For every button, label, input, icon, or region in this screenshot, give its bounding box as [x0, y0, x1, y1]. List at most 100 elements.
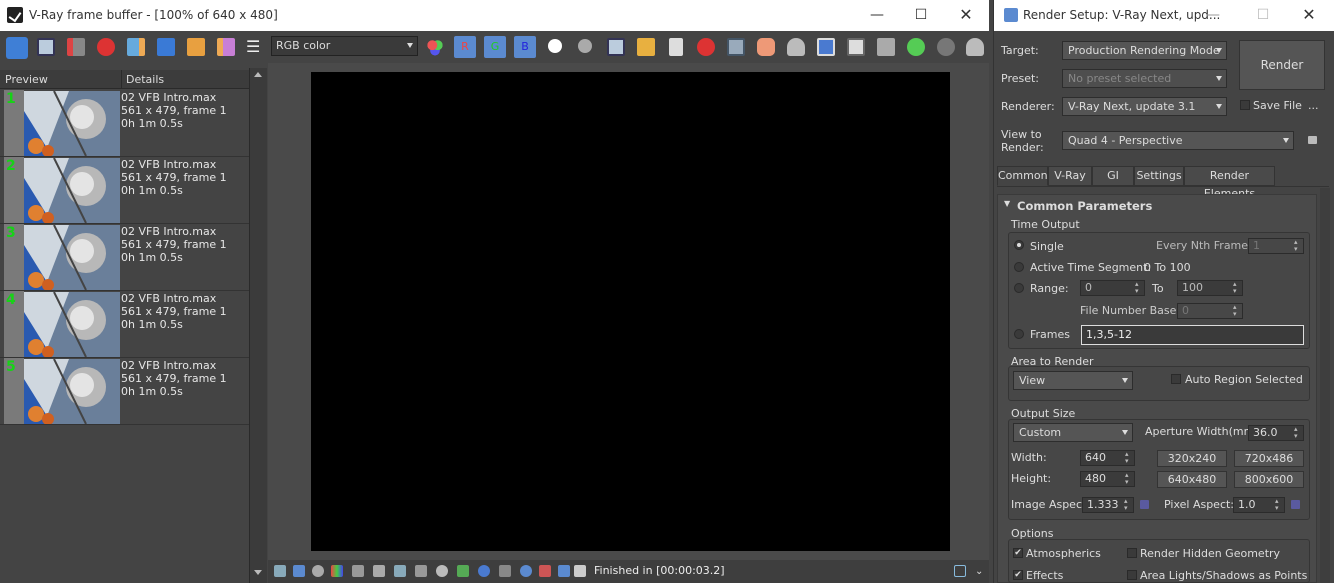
fullscreen-icon[interactable]	[954, 565, 966, 577]
region-render-icon[interactable]	[757, 38, 775, 56]
tab-vray[interactable]: V-Ray	[1048, 166, 1092, 186]
lock-icon[interactable]	[1308, 136, 1317, 144]
size-320x240-button[interactable]: 320x240	[1157, 450, 1227, 467]
white-balance-icon[interactable]	[436, 565, 448, 577]
auto-region-checkbox[interactable]	[1171, 374, 1181, 384]
power-icon[interactable]	[6, 37, 28, 59]
minimize-icon[interactable]: —	[866, 4, 888, 26]
status-icon-2[interactable]	[293, 565, 305, 577]
history-item[interactable]: 4 02 VFB Intro.max 561 x 479, frame 1 0h 1m…	[0, 291, 249, 358]
blue-channel-button[interactable]: B	[514, 36, 536, 58]
clear-image-icon[interactable]	[697, 38, 715, 56]
render-teapot-icon[interactable]	[966, 38, 984, 56]
save-image-icon[interactable]	[607, 38, 625, 56]
interactive-render-icon[interactable]	[907, 38, 925, 56]
info-icon[interactable]	[312, 565, 324, 577]
track-mouse-icon[interactable]	[727, 38, 745, 56]
lut-status-icon[interactable]	[457, 565, 469, 577]
history-item[interactable]: 3 02 VFB Intro.max 561 x 479, frame 1 0h 1m…	[0, 224, 249, 291]
tab-common[interactable]: Common	[997, 166, 1048, 186]
rs-minimize-icon[interactable]: —	[1202, 4, 1224, 26]
pixel-aspect-spinner[interactable]: 1.0	[1233, 497, 1285, 513]
teapot-icon[interactable]	[787, 38, 805, 56]
range-radio[interactable]	[1014, 283, 1024, 293]
history-item[interactable]: 2 02 VFB Intro.max 561 x 479, frame 1 0h 1m…	[0, 157, 249, 224]
load-icon[interactable]	[67, 38, 85, 56]
hidden-geo-checkbox[interactable]	[1127, 548, 1137, 558]
frames-input[interactable]: 1,3,5-12	[1081, 325, 1304, 345]
height-spinner[interactable]: 480	[1080, 471, 1135, 487]
width-spinner[interactable]: 640	[1080, 450, 1135, 466]
close-icon[interactable]: ✕	[955, 4, 977, 26]
lens-effects-icon[interactable]	[520, 565, 532, 577]
close-status-icon[interactable]	[574, 565, 586, 577]
red-channel-button[interactable]: R	[454, 36, 476, 58]
levels-icon[interactable]	[373, 565, 385, 577]
output-preset-dropdown[interactable]: Custom	[1013, 423, 1133, 442]
history-item[interactable]: 5 02 VFB Intro.max 561 x 479, frame 1 0h 1m…	[0, 358, 249, 425]
tab-gi[interactable]: GI	[1092, 166, 1134, 186]
compare-icon[interactable]	[539, 565, 551, 577]
active-segment-radio[interactable]	[1014, 262, 1024, 272]
exposure-icon[interactable]	[415, 565, 427, 577]
size-800x600-button[interactable]: 800x600	[1234, 471, 1304, 488]
status-icon-1[interactable]	[274, 565, 286, 577]
history-scrollbar[interactable]	[249, 68, 267, 583]
renderer-dropdown[interactable]: V-Ray Next, update 3.1	[1062, 97, 1227, 116]
rs-close-icon[interactable]: ✕	[1298, 4, 1320, 26]
image-aspect-spinner[interactable]: 1.333	[1082, 497, 1134, 513]
expand-icon[interactable]: ⌄	[975, 566, 983, 577]
scroll-up-icon[interactable]	[254, 72, 262, 77]
aperture-spinner[interactable]: 36.0	[1248, 425, 1304, 441]
area-mode-dropdown[interactable]: View	[1013, 371, 1133, 390]
a-icon[interactable]	[157, 38, 175, 56]
range-to-spinner[interactable]: 100	[1177, 280, 1243, 296]
clipboard-icon[interactable]	[669, 38, 683, 56]
open-image-icon[interactable]	[637, 38, 655, 56]
maximize-icon[interactable]: ☐	[910, 4, 932, 26]
ipr-icon[interactable]	[877, 38, 895, 56]
target-dropdown[interactable]: Production Rendering Mode	[1062, 41, 1227, 60]
preset-dropdown[interactable]: No preset selected	[1062, 69, 1227, 88]
collapse-arrow-icon[interactable]: ▼	[1004, 199, 1010, 208]
lut-icon[interactable]	[817, 38, 835, 56]
save-file-checkbox[interactable]	[1240, 100, 1250, 110]
effects-checkbox[interactable]: ✔	[1013, 570, 1023, 580]
ocio-icon[interactable]	[478, 565, 490, 577]
background-icon[interactable]	[499, 565, 511, 577]
image-aspect-lock-icon[interactable]	[1140, 500, 1149, 509]
channel-dropdown[interactable]: RGB color	[271, 36, 418, 56]
render-canvas[interactable]	[311, 72, 950, 551]
clear-icon[interactable]	[97, 38, 115, 56]
menu-icon[interactable]: ☰	[246, 38, 264, 56]
pixel-aspect-lock-icon[interactable]	[1291, 500, 1300, 509]
history-item[interactable]: 1 02 VFB Intro.max 561 x 479, frame 1 0h 1m…	[0, 90, 249, 157]
bucket-icon[interactable]	[847, 38, 865, 56]
size-640x480-button[interactable]: 640x480	[1157, 471, 1227, 488]
b-icon[interactable]	[187, 38, 205, 56]
rollout-title[interactable]: Common Parameters	[1017, 199, 1152, 213]
rs-scrollbar[interactable]	[1320, 188, 1330, 583]
swap-ab-icon[interactable]	[217, 38, 235, 56]
single-radio[interactable]	[1014, 240, 1024, 250]
compare-ab-icon[interactable]	[127, 38, 145, 56]
color-correction-icon[interactable]	[331, 565, 343, 577]
view-dropdown[interactable]: Quad 4 - Perspective	[1062, 131, 1294, 150]
hsl-icon[interactable]	[352, 565, 364, 577]
tab-settings[interactable]: Settings	[1134, 166, 1184, 186]
more-button[interactable]: ...	[1308, 99, 1319, 112]
save-icon[interactable]	[37, 38, 55, 56]
pin-icon[interactable]	[558, 565, 570, 577]
color-channels-icon[interactable]	[426, 38, 444, 56]
mono-channel-icon[interactable]	[578, 39, 592, 53]
atmospherics-checkbox[interactable]: ✔	[1013, 548, 1023, 558]
frames-radio[interactable]	[1014, 329, 1024, 339]
stop-icon[interactable]	[937, 38, 955, 56]
tab-render-elements[interactable]: Render Elements	[1184, 166, 1275, 200]
range-from-spinner[interactable]: 0	[1080, 280, 1145, 296]
render-button[interactable]: Render	[1239, 40, 1325, 90]
curve-icon[interactable]	[394, 565, 406, 577]
size-720x486-button[interactable]: 720x486	[1234, 450, 1304, 467]
scroll-down-icon[interactable]	[254, 570, 262, 575]
green-channel-button[interactable]: G	[484, 36, 506, 58]
